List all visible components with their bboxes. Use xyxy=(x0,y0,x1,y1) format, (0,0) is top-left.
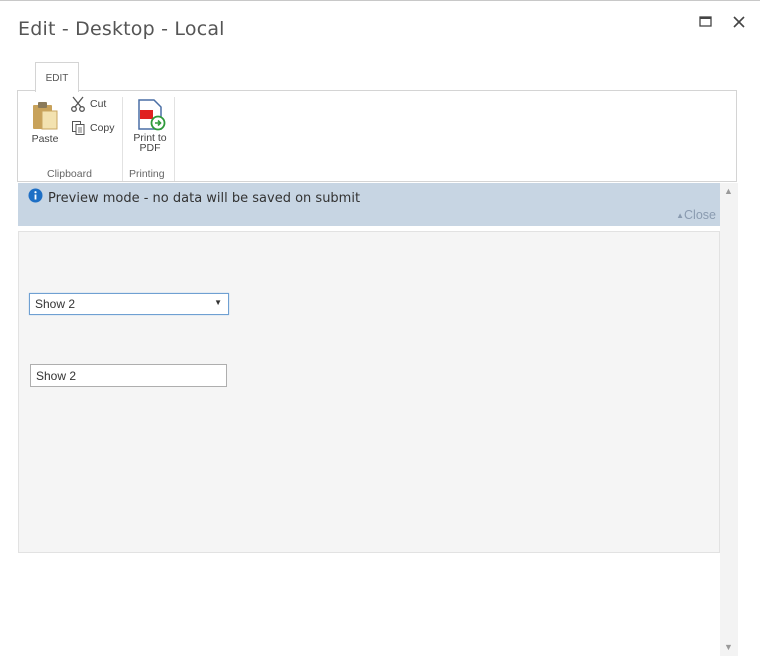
close-icon xyxy=(733,16,745,28)
copy-label: Copy xyxy=(90,122,115,134)
vertical-scrollbar[interactable]: ▲ ▼ xyxy=(720,183,738,656)
window-title: Edit - Desktop - Local xyxy=(18,18,225,40)
print-label-line2: PDF xyxy=(139,142,161,154)
show-dropdown[interactable]: Show 2 ▼ xyxy=(29,293,229,315)
print-pdf-icon xyxy=(138,99,166,131)
scroll-up-icon[interactable]: ▲ xyxy=(724,186,733,196)
tab-edit[interactable]: EDIT xyxy=(35,62,79,92)
cut-label: Cut xyxy=(90,98,107,110)
copy-icon xyxy=(72,121,85,135)
maximize-icon xyxy=(699,16,712,27)
close-window-button[interactable] xyxy=(730,12,750,32)
print-to-pdf-button[interactable]: Print to PDF xyxy=(130,99,170,153)
ribbon: Paste Cut Copy Clipboard Print to PDF Pr… xyxy=(17,90,737,182)
printing-group-label: Printing xyxy=(129,168,165,180)
paste-icon xyxy=(33,102,58,130)
form-area: Show 2 ▼ xyxy=(18,231,720,553)
notice-close-link[interactable]: ▲Close xyxy=(676,208,716,222)
ribbon-divider xyxy=(122,97,123,181)
maximize-button[interactable] xyxy=(696,12,716,32)
cut-button[interactable]: Cut xyxy=(70,96,106,112)
paste-button[interactable]: Paste xyxy=(29,99,61,145)
copy-button[interactable]: Copy xyxy=(71,120,115,136)
preview-notice-bar: Preview mode - no data will be saved on … xyxy=(18,183,720,226)
paste-label: Paste xyxy=(31,133,59,145)
ribbon-divider xyxy=(174,97,175,181)
dropdown-selected-value: Show 2 xyxy=(35,297,76,311)
notice-close-label: Close xyxy=(684,208,716,222)
scissors-icon xyxy=(71,96,85,112)
info-icon xyxy=(28,188,43,203)
notice-message: Preview mode - no data will be saved on … xyxy=(48,191,361,206)
collapse-up-icon: ▲ xyxy=(676,211,685,220)
clipboard-group-label: Clipboard xyxy=(47,168,92,180)
window-top-border xyxy=(0,0,760,1)
dropdown-arrow-icon: ▼ xyxy=(214,298,222,307)
show-text-field[interactable] xyxy=(30,364,227,387)
scroll-down-icon[interactable]: ▼ xyxy=(724,642,733,652)
